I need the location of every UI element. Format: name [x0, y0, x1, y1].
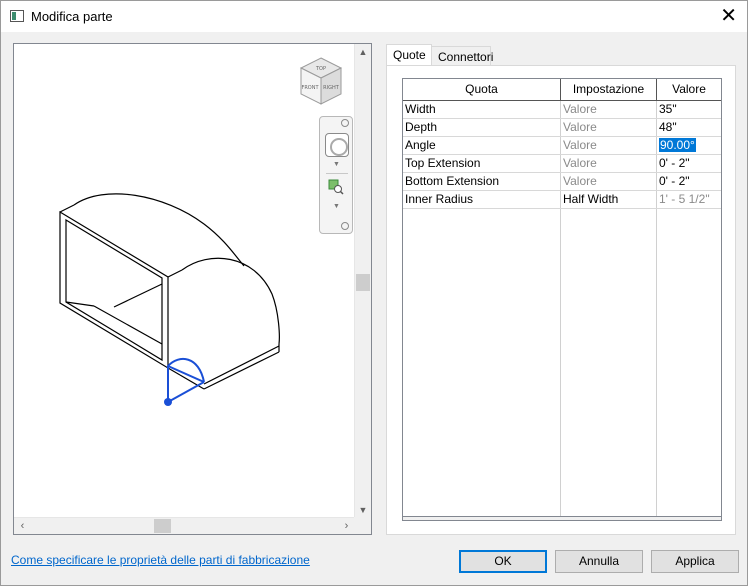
duct-side-curve: [181, 257, 280, 345]
row-setting[interactable]: Half Width: [561, 191, 655, 208]
dimensions-table: Quota Impostazione Valore Width Valore 3…: [402, 78, 722, 521]
app-icon: [10, 10, 24, 22]
tab-quote[interactable]: Quote: [386, 44, 432, 66]
row-name: Inner Radius: [405, 192, 474, 206]
column-header-valore[interactable]: Valore: [657, 79, 721, 101]
viewcube-top-label: TOP: [315, 66, 326, 72]
row-name: Angle: [405, 138, 436, 152]
column-header-quota[interactable]: Quota: [403, 79, 561, 101]
ok-button[interactable]: OK: [459, 550, 547, 573]
table-row[interactable]: Depth Valore 48": [403, 119, 721, 137]
table-row[interactable]: Angle Valore 90.00°: [403, 137, 721, 155]
row-value[interactable]: 1' - 5 1/2": [657, 191, 721, 208]
table-row[interactable]: Width Valore 35": [403, 101, 721, 119]
row-setting[interactable]: Valore: [561, 155, 655, 172]
row-name: Depth: [405, 120, 438, 134]
steering-wheel-icon[interactable]: [325, 133, 349, 157]
horizontal-scroll-thumb[interactable]: [154, 519, 171, 533]
connector-grip-icon[interactable]: [164, 398, 172, 406]
selected-connector: [167, 357, 205, 403]
chevron-down-icon[interactable]: ▼: [333, 203, 340, 210]
table-row[interactable]: Top Extension Valore 0' - 2": [403, 155, 721, 173]
viewcube-right-label: RIGHT: [323, 85, 340, 91]
row-value-editor[interactable]: 90.00°: [657, 137, 721, 154]
close-icon[interactable]: ✕: [720, 5, 737, 25]
row-name: Top Extension: [405, 156, 481, 170]
navbar-close-icon[interactable]: [341, 119, 349, 127]
apply-button[interactable]: Applica: [651, 550, 739, 573]
duct-front-face: [59, 210, 169, 370]
vertical-scroll-thumb[interactable]: [356, 274, 370, 291]
row-setting[interactable]: Valore: [561, 137, 655, 154]
part-preview-drawing: [59, 193, 280, 406]
vertical-scrollbar[interactable]: ▲ ▼: [354, 44, 371, 519]
row-name: Bottom Extension: [405, 174, 500, 188]
scroll-up-icon[interactable]: ▲: [355, 44, 371, 61]
chevron-down-icon[interactable]: ▼: [333, 161, 340, 168]
tab-connettori[interactable]: Connettori: [431, 46, 493, 65]
title-bar[interactable]: Modifica parte ✕: [1, 1, 747, 32]
horizontal-scrollbar[interactable]: ‹ ›: [14, 517, 355, 534]
selected-value-text[interactable]: 90.00°: [659, 138, 696, 152]
row-value[interactable]: 0' - 2": [657, 155, 721, 172]
viewcube-front-label: FRONT: [301, 85, 319, 91]
row-setting[interactable]: Valore: [561, 119, 655, 136]
scroll-left-icon[interactable]: ‹: [14, 518, 31, 535]
column-header-impostazione[interactable]: Impostazione: [561, 79, 657, 101]
3d-viewer[interactable]: TOP FRONT RIGHT ▼ ▼ ▲ ▼ ‹ ›: [13, 43, 372, 535]
duct-inner-face: [65, 218, 163, 362]
table-footer-bar: [403, 516, 721, 520]
tab-panel-quote: Quota Impostazione Valore Width Valore 3…: [386, 65, 736, 535]
row-name: Width: [405, 102, 436, 116]
navbar-divider: [326, 173, 348, 174]
row-setting[interactable]: Valore: [561, 173, 655, 190]
row-value[interactable]: 35": [657, 101, 721, 118]
row-value[interactable]: 48": [657, 119, 721, 136]
navigation-bar: ▼ ▼: [319, 116, 353, 234]
row-setting[interactable]: Valore: [561, 101, 655, 118]
table-row[interactable]: Inner Radius Half Width 1' - 5 1/2": [403, 191, 721, 209]
cancel-button[interactable]: Annulla: [555, 550, 643, 573]
scroll-corner: [354, 517, 371, 534]
window-title: Modifica parte: [31, 9, 113, 24]
table-row[interactable]: Bottom Extension Valore 0' - 2": [403, 173, 721, 191]
scroll-right-icon[interactable]: ›: [338, 518, 355, 535]
dialog-window: Modifica parte ✕ TOP FRONT RIGHT ▼ ▼ ▲ ▼…: [0, 0, 748, 586]
viewcube-icon[interactable]: TOP FRONT RIGHT: [297, 56, 345, 108]
help-link[interactable]: Come specificare le proprietà delle part…: [11, 553, 310, 567]
navbar-options-icon[interactable]: [341, 222, 349, 230]
zoom-icon[interactable]: [328, 179, 344, 195]
row-value[interactable]: 0' - 2": [657, 173, 721, 190]
duct-top-curve: [73, 193, 245, 267]
